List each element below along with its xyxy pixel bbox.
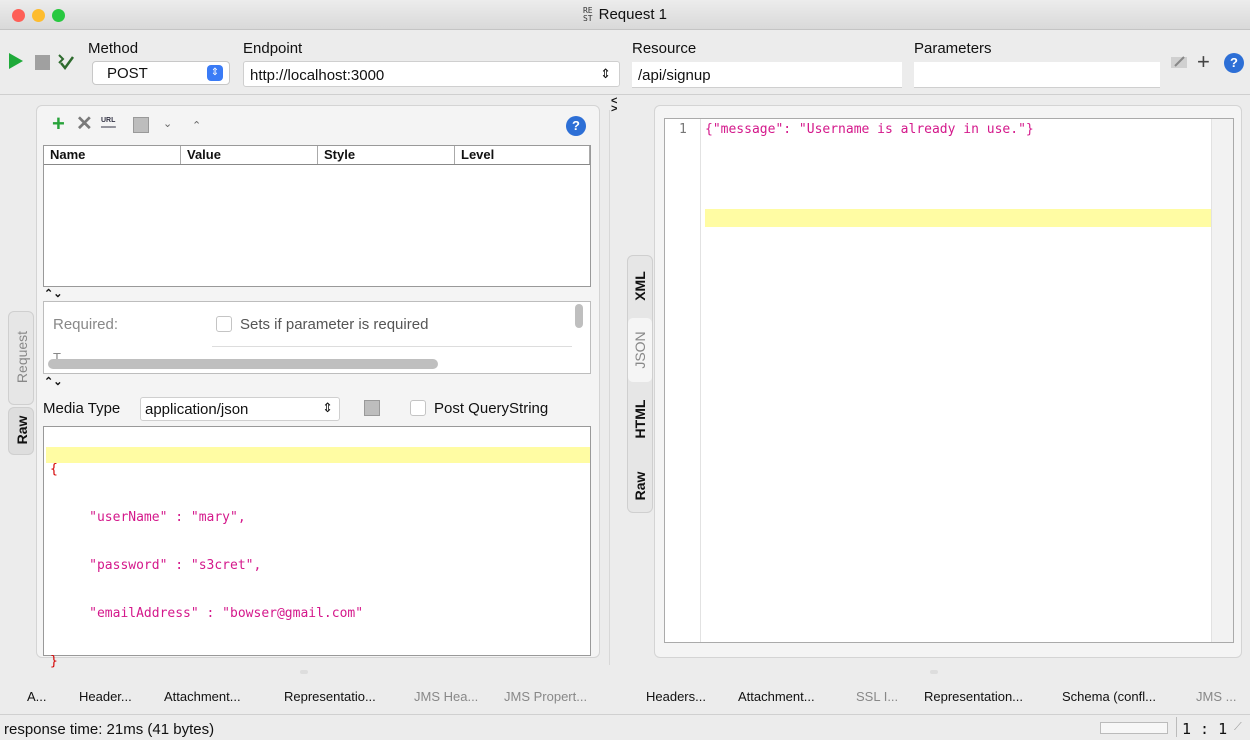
window-title: RE ST Request 1 [582,6,668,24]
response-editor[interactable]: 1 {"message": "Username is already in us… [664,118,1234,643]
body-line: "password" : "s3cret", [50,558,262,573]
required-checkbox[interactable] [216,316,232,332]
post-querystring-label: Post QueryString [434,400,549,417]
resize-handle[interactable] [300,670,308,674]
add-icon[interactable]: + [1197,49,1210,75]
params-help-icon[interactable]: ? [566,116,586,136]
tab-response-representations[interactable]: Representation... [924,689,1023,704]
tab-json-label: JSON [632,331,648,369]
splitter-arrows-icon[interactable]: ⌃⌄ [44,287,62,300]
resize-grip-icon[interactable]: ⟋ [1234,721,1242,734]
tab-html[interactable]: HTML [627,385,653,457]
parameters-input[interactable] [914,62,1160,88]
tab-xml[interactable]: XML [627,258,653,316]
media-type-value: application/json [145,401,249,418]
add-param-icon[interactable]: + [52,113,65,135]
vertical-scrollbar[interactable] [575,304,583,328]
tab-xml-label: XML [632,271,648,301]
tab-auth[interactable]: A... [27,689,47,704]
tab-jms-properties[interactable]: JMS Propert... [504,689,587,704]
media-type-label: Media Type [43,400,121,417]
line-number: 1 [679,122,687,137]
request-body-editor[interactable]: { "userName" : "mary", "password" : "s3c… [43,426,591,669]
parameters-label: Parameters [914,40,992,57]
tab-raw-request-label: Raw [14,415,30,445]
resize-handle[interactable] [930,670,938,674]
status-divider [1176,717,1177,737]
type-label: T... [53,350,71,359]
response-line-highlight [705,209,1211,227]
column-header-name[interactable]: Name [44,146,181,164]
status-bar: response time: 21ms (41 bytes) 1 : 1 ⟋ [0,714,1250,740]
rest-request-icon: RE ST [582,6,593,24]
tab-raw-request[interactable]: Raw [8,407,34,455]
media-action-icon[interactable] [364,400,380,416]
body-line: } [50,654,58,669]
post-querystring-checkbox[interactable] [410,400,426,416]
endpoint-combo[interactable]: http://localhost:3000 ⇕ [243,61,620,87]
tab-ssl-info[interactable]: SSL I... [856,689,898,704]
tab-json[interactable]: JSON [628,318,652,382]
tab-request-attachments[interactable]: Attachment... [164,689,241,704]
required-label: Required: [53,316,119,333]
column-header-value[interactable]: Value [181,146,318,164]
body-line: "emailAddress" : "bowser@gmail.com" [50,606,364,621]
help-icon[interactable]: ? [1224,53,1244,73]
move-down-icon[interactable]: ⌄ [163,117,172,130]
params-table-header: Name Value Style Level [44,146,590,165]
tab-request-label: Request [14,330,30,384]
tab-response-jms[interactable]: JMS ... [1196,689,1236,704]
body-line: { [50,462,58,477]
endpoint-value: http://localhost:3000 [250,67,385,84]
param-detail-panel: Required: Sets if parameter is required … [43,301,591,374]
column-header-style[interactable]: Style [318,146,455,164]
title-bar: RE ST Request 1 [0,0,1250,30]
horizontal-scrollbar[interactable] [48,359,438,369]
params-table: Name Value Style Level [43,145,591,287]
cursor-position: 1 : 1 [1182,720,1228,738]
move-up-icon[interactable]: ⌃ [192,119,201,132]
tab-request[interactable]: Request [8,311,34,405]
response-scroll-gutter[interactable] [1211,119,1233,642]
tab-request-representations[interactable]: Representatio... [284,689,376,704]
tab-raw-response[interactable]: Raw [627,460,653,512]
progress-bar [1100,722,1168,734]
resource-input[interactable]: /api/signup [632,62,902,88]
toolbar-divider [0,94,1250,95]
line-number-gutter: 1 [665,119,701,642]
collapse-splitter-icon[interactable]: < > [611,96,617,115]
splitter-arrows-icon[interactable]: ⌃⌄ [44,375,62,388]
response-text: {"message": "Username is already in use.… [705,122,1034,137]
tab-response-headers[interactable]: Headers... [646,689,706,704]
required-checkbox-label: Sets if parameter is required [240,316,429,333]
method-select[interactable]: POST ⇕ [92,61,230,85]
tab-html-label: HTML [632,399,648,439]
edit-params-icon[interactable] [1170,54,1188,73]
body-line: "userName" : "mary", [50,510,246,525]
validate-icon[interactable] [56,51,76,74]
resource-label: Resource [632,40,697,57]
tab-raw-response-label: Raw [632,471,648,501]
tab-schema-conflicts[interactable]: Schema (confl... [1062,689,1156,704]
type-field-edge [212,346,572,347]
method-label: Method [88,40,139,57]
combo-arrows-icon: ⇕ [322,400,333,415]
tab-jms-headers[interactable]: JMS Hea... [414,689,478,704]
panel-splitter[interactable] [609,110,610,665]
remove-param-icon[interactable]: ✕ [76,113,93,135]
response-time-text: response time: 21ms (41 bytes) [4,721,215,738]
run-icon[interactable] [8,52,24,73]
select-arrows-icon: ⇕ [207,65,223,81]
endpoint-label: Endpoint [243,40,303,57]
stop-icon[interactable] [35,55,50,70]
column-header-level[interactable]: Level [455,146,590,164]
tab-request-headers[interactable]: Header... [79,689,132,704]
combo-arrows-icon: ⇕ [600,66,611,81]
method-value: POST [107,65,148,82]
url-params-icon[interactable]: URL ═══ [101,117,119,131]
request-body-text: { "userName" : "mary", "password" : "s3c… [50,430,363,702]
clear-icon[interactable] [133,117,149,133]
tab-response-attachments[interactable]: Attachment... [738,689,815,704]
media-type-combo[interactable]: application/json ⇕ [140,397,340,421]
